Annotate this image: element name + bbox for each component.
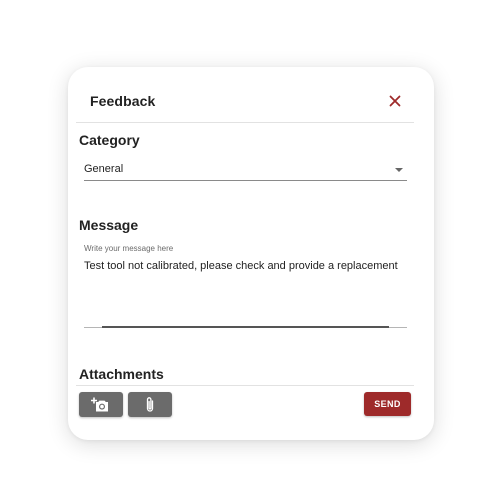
message-textarea[interactable]: Write your message here Test tool not ca… <box>84 241 407 329</box>
attach-file-button[interactable] <box>128 392 172 417</box>
category-select[interactable]: General <box>84 157 407 181</box>
close-icon <box>389 95 401 107</box>
close-button[interactable] <box>384 90 406 112</box>
textarea-active-underline <box>102 326 389 328</box>
category-label: Category <box>79 132 140 148</box>
add-photo-icon <box>91 397 108 411</box>
attachments-label: Attachments <box>79 366 164 382</box>
feedback-dialog: Feedback Category General Message Write … <box>68 67 434 440</box>
attachments-divider <box>76 385 414 386</box>
header-divider <box>76 122 414 123</box>
dialog-title: Feedback <box>90 93 156 109</box>
add-photo-button[interactable] <box>79 392 123 417</box>
paperclip-icon <box>146 396 154 412</box>
category-selected-value: General <box>84 163 124 175</box>
message-text: Test tool not calibrated, please check a… <box>84 260 398 272</box>
chevron-down-icon <box>395 168 403 172</box>
message-field-label: Write your message here <box>84 244 174 253</box>
send-button[interactable]: SEND <box>364 392 411 416</box>
message-label: Message <box>79 217 139 233</box>
